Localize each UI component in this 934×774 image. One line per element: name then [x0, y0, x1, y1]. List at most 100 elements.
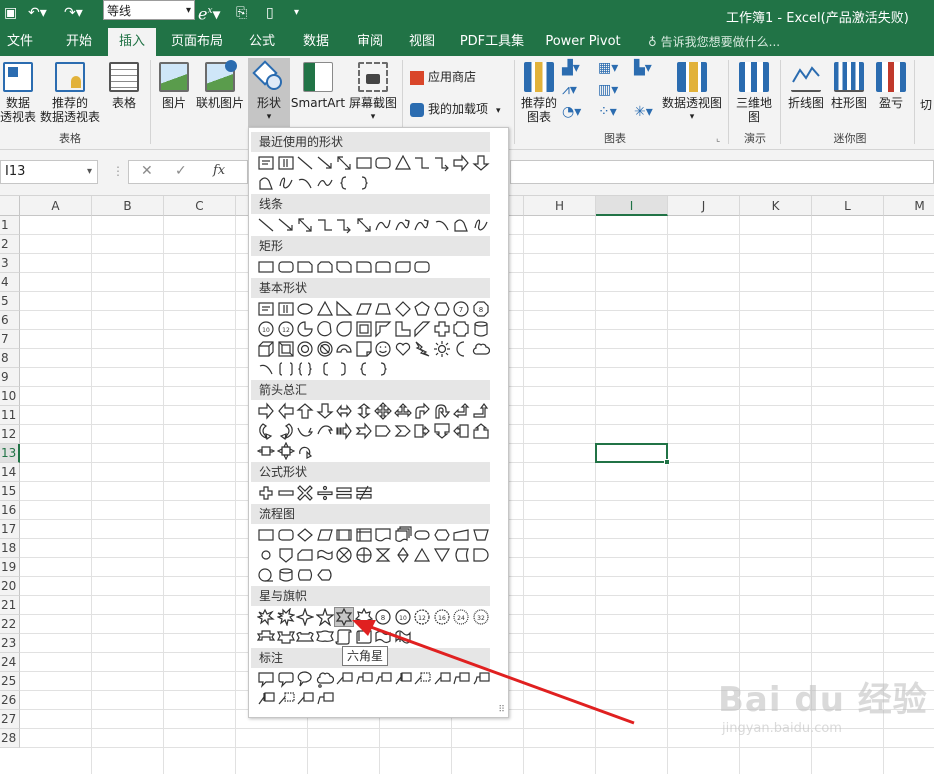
shape-callline5-icon[interactable] [413, 670, 431, 688]
column-header-L[interactable]: L [812, 196, 884, 216]
shape-callrect-icon[interactable] [257, 670, 275, 688]
row-header-14[interactable]: 14 [0, 463, 20, 482]
shape-ftape-icon[interactable] [316, 546, 334, 564]
shape-star5-icon[interactable] [315, 608, 334, 626]
shape-larrow-icon[interactable] [277, 402, 295, 420]
tab-power-pivot[interactable]: Power Pivot [540, 28, 626, 56]
row-header-6[interactable]: 6 [0, 311, 20, 330]
shape-fconn-icon[interactable] [257, 546, 275, 564]
shape-fprep-icon[interactable] [433, 526, 451, 544]
shape-lrarrow-icon[interactable] [335, 402, 353, 420]
shape-callline2-icon[interactable] [452, 670, 470, 688]
screenshot-button[interactable]: 屏幕截图 ▾ [346, 60, 400, 128]
shape-wave-icon[interactable] [316, 174, 334, 192]
shape-fdirect-icon[interactable] [296, 566, 314, 584]
shape-rrect-icon[interactable] [413, 258, 431, 276]
shape-tri-icon[interactable] [316, 300, 334, 318]
shape-elbowarrow-icon[interactable] [335, 216, 353, 234]
shape-ribbonu-icon[interactable] [257, 628, 275, 646]
tab-pdf-tools[interactable]: PDF工具集 [456, 28, 528, 56]
shape-rcallout-icon[interactable] [413, 422, 431, 440]
app-store-button[interactable]: 应用商店 [410, 68, 476, 85]
shape-callrrect-icon[interactable] [277, 670, 295, 688]
row-header-12[interactable]: 12 [0, 425, 20, 444]
shape-fsum-icon[interactable] [335, 546, 353, 564]
shape-lru-icon[interactable] [393, 402, 412, 420]
shape-elbow-icon[interactable] [413, 154, 431, 172]
tab-file[interactable]: 文件 [0, 28, 40, 56]
shape-callline3-icon[interactable] [472, 670, 490, 688]
shape-snipd-icon[interactable] [335, 258, 353, 276]
shape-curvearrow-icon[interactable] [413, 216, 431, 234]
column-chart-button[interactable]: ▟▾ [562, 60, 596, 78]
shape-circarrow-icon[interactable] [296, 442, 314, 460]
column-header-H[interactable]: H [524, 196, 596, 216]
shape-fold-icon[interactable] [355, 340, 373, 358]
row-header-25[interactable]: 25 [0, 672, 20, 691]
my-addins-button[interactable]: 我的加载项 ▾ [410, 100, 501, 117]
shape-elbow-icon[interactable] [316, 216, 334, 234]
shape-pentarrow-icon[interactable] [374, 422, 392, 440]
shape-snip2-icon[interactable] [316, 258, 334, 276]
shape-exp2-icon[interactable] [276, 608, 295, 626]
shape-donut-icon[interactable] [296, 340, 314, 358]
shape-diamond-icon[interactable] [394, 300, 412, 318]
shape-callline2-icon[interactable] [316, 690, 334, 708]
shape-fdata-icon[interactable] [316, 526, 334, 544]
shape-wave1-icon[interactable] [374, 628, 392, 646]
shape-lcallout-icon[interactable] [452, 422, 470, 440]
tab-view[interactable]: 视图 [400, 28, 444, 56]
shape-dodec-icon[interactable]: 12 [277, 320, 295, 338]
shape-scrollv-icon[interactable] [335, 628, 353, 646]
shape-star4-icon[interactable] [296, 608, 314, 626]
shape-arc-icon[interactable] [257, 360, 275, 378]
tab-home[interactable]: 开始 [56, 28, 102, 56]
3d-map-button[interactable]: 三维地 图 [732, 60, 776, 128]
shape-plaque-icon[interactable] [452, 320, 470, 338]
shape-eminus-icon[interactable] [277, 484, 295, 502]
online-picture-button[interactable]: 联机图片 [194, 60, 246, 128]
shape-fsort-icon[interactable] [394, 546, 412, 564]
scatter-chart-button[interactable]: ⁘▾ [598, 104, 632, 122]
shape-eneq-icon[interactable] [355, 484, 373, 502]
undo-icon[interactable]: ↶▾ [28, 4, 47, 22]
shape-lshape-icon[interactable] [394, 320, 412, 338]
shape-rtri-icon[interactable] [335, 300, 353, 318]
smartart-button[interactable]: SmartArt [290, 60, 346, 128]
shape-rarrow-icon[interactable] [257, 402, 275, 420]
slicer-button[interactable]: 切 [920, 96, 932, 113]
column-header-J[interactable]: J [668, 196, 740, 216]
shape-scribble-icon[interactable] [472, 216, 490, 234]
shape-sun-icon[interactable] [433, 340, 451, 358]
shape-uarrow-icon[interactable] [296, 402, 314, 420]
shape-callline4-icon[interactable] [394, 670, 412, 688]
row-header-23[interactable]: 23 [0, 634, 20, 653]
recommended-charts-button[interactable]: 推荐的 图表 [518, 60, 560, 128]
shape-rbrace-icon[interactable] [355, 174, 373, 192]
shape-ribboncd-icon[interactable] [315, 628, 334, 646]
shape-falt-icon[interactable] [277, 526, 295, 544]
row-header-4[interactable]: 4 [0, 273, 20, 292]
shape-snipr-icon[interactable] [355, 258, 373, 276]
shape-hex-icon[interactable] [433, 300, 451, 318]
shape-star32-icon[interactable]: 32 [472, 608, 490, 626]
resize-grip-icon[interactable]: ⠿ [498, 705, 505, 715]
shape-curvu-icon[interactable] [296, 422, 314, 440]
shape-cloud-icon[interactable] [472, 340, 490, 358]
shape-wave2-icon[interactable] [394, 628, 412, 646]
shape-star7-icon[interactable] [354, 608, 373, 626]
shape-notched-icon[interactable] [355, 422, 373, 440]
shape-callline5-icon[interactable] [277, 690, 295, 708]
tab-formulas[interactable]: 公式 [240, 28, 284, 56]
shape-eplus-icon[interactable] [257, 484, 275, 502]
shape-fdoc-icon[interactable] [374, 526, 392, 544]
insert-function-icon[interactable]: fx [213, 163, 225, 178]
shape-chevron-icon[interactable] [394, 422, 412, 440]
row-header-21[interactable]: 21 [0, 596, 20, 615]
shape-arc-icon[interactable] [296, 174, 314, 192]
shape-star10-icon[interactable]: 10 [394, 608, 412, 626]
shape-bracket2-icon[interactable] [277, 360, 295, 378]
shape-can-icon[interactable] [472, 320, 490, 338]
shape-curvl-icon[interactable] [277, 422, 295, 440]
shape-freeform-icon[interactable] [257, 174, 275, 192]
